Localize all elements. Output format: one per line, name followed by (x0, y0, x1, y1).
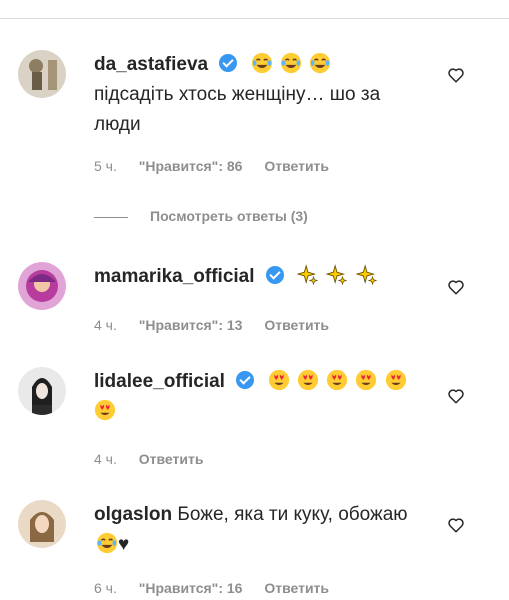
comment-meta: 4 ч. Ответить (94, 451, 221, 467)
heart-eyes-icon (297, 369, 318, 391)
avatar[interactable] (18, 262, 66, 310)
heart-eyes-icon (356, 369, 377, 391)
replies-dash (94, 216, 128, 218)
comment-username[interactable]: olgaslon (94, 504, 172, 525)
like-count[interactable]: "Нравится": 16 (139, 580, 243, 596)
heart-suffix: ♥ (118, 534, 130, 555)
heart-outline-icon[interactable] (447, 278, 465, 296)
sparkles-icon (297, 264, 319, 286)
comment-time[interactable]: 6 ч. (94, 580, 117, 596)
emoji-group (266, 369, 407, 392)
heart-eyes-icon (326, 369, 348, 391)
avatar[interactable] (18, 50, 66, 98)
emoji-group (295, 264, 378, 287)
avatar[interactable] (18, 500, 66, 548)
heart-outline-icon[interactable] (447, 387, 465, 405)
verified-badge-icon (219, 54, 238, 72)
comment-meta: 6 ч. "Нравится": 16 Ответить (94, 580, 347, 596)
heart-eyes-icon (268, 369, 289, 391)
like-count[interactable]: "Нравится": 13 (139, 317, 243, 333)
emoji-group-second-line (94, 397, 449, 427)
heart-outline-icon[interactable] (447, 516, 465, 534)
view-replies-label: Посмотреть ответы (3) (150, 208, 308, 224)
divider (0, 18, 509, 19)
sparkles-icon (355, 264, 377, 286)
comment-text: Боже, яка ти куку, обожаю (177, 504, 408, 525)
verified-badge-icon (265, 266, 284, 284)
heart-eyes-icon (94, 399, 116, 421)
verified-badge-icon (236, 371, 255, 389)
comment-username[interactable]: mamarika_official (94, 266, 255, 287)
comment-time[interactable]: 4 ч. (94, 451, 117, 467)
face-with-tears-of-joy-icon (310, 52, 331, 74)
comment-meta: 5 ч. "Нравится": 86 Ответить (94, 158, 347, 174)
comment-time[interactable]: 4 ч. (94, 317, 117, 333)
heart-outline-icon[interactable] (447, 66, 465, 84)
reply-button[interactable]: Ответить (264, 158, 329, 174)
comment-meta: 4 ч. "Нравится": 13 Ответить (94, 317, 347, 333)
comment-text: підсадіть хтось женщіну… шо за люди (94, 84, 381, 135)
view-replies-button[interactable]: Посмотреть ответы (3) (94, 208, 308, 224)
sparkles-icon (326, 264, 348, 286)
like-count[interactable]: "Нравится": 86 (139, 158, 243, 174)
reply-button[interactable]: Ответить (139, 451, 204, 467)
reply-button[interactable]: Ответить (264, 580, 329, 596)
face-with-tears-of-joy-icon (96, 532, 118, 554)
comment-username[interactable]: da_astafieva (94, 54, 208, 75)
emoji-group (249, 52, 332, 75)
face-with-tears-of-joy-icon (251, 52, 272, 74)
comment-time[interactable]: 5 ч. (94, 158, 117, 174)
reply-button[interactable]: Ответить (264, 317, 329, 333)
avatar[interactable] (18, 367, 66, 415)
heart-eyes-icon (385, 369, 406, 391)
face-with-tears-of-joy-icon (280, 52, 302, 74)
comment-username[interactable]: lidalee_official (94, 371, 225, 392)
